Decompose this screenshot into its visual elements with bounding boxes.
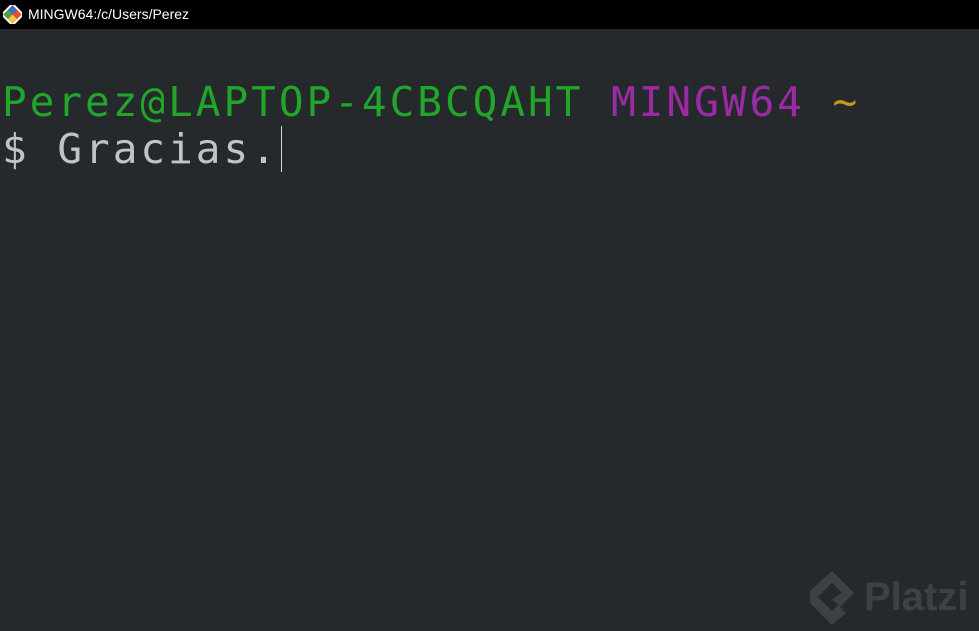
prompt-line: Perez@LAPTOP-4CBCQAHT MINGW64 ~ [2,78,860,126]
text-cursor [280,126,282,172]
platzi-watermark: Platzi [806,567,979,627]
prompt-environment: MINGW64 [611,78,805,126]
input-line[interactable]: $ Gracias. [2,125,282,173]
git-bash-icon [3,5,22,24]
window-title: MINGW64:/c/Users/Perez [28,6,190,22]
prompt-user-host: Perez@LAPTOP-4CBCQAHT [2,78,584,126]
terminal-window: MINGW64:/c/Users/Perez Perez@LAPTOP-4CBC… [0,0,979,631]
terminal-output[interactable]: Perez@LAPTOP-4CBCQAHT MINGW64 ~ $ Gracia… [0,29,979,631]
watermark-text: Platzi [864,575,969,619]
platzi-logo-icon [810,571,854,625]
title-bar[interactable]: MINGW64:/c/Users/Perez [0,0,979,29]
command-text: Gracias. [57,125,279,173]
prompt-symbol: $ [2,125,30,173]
prompt-path: ~ [832,78,861,126]
